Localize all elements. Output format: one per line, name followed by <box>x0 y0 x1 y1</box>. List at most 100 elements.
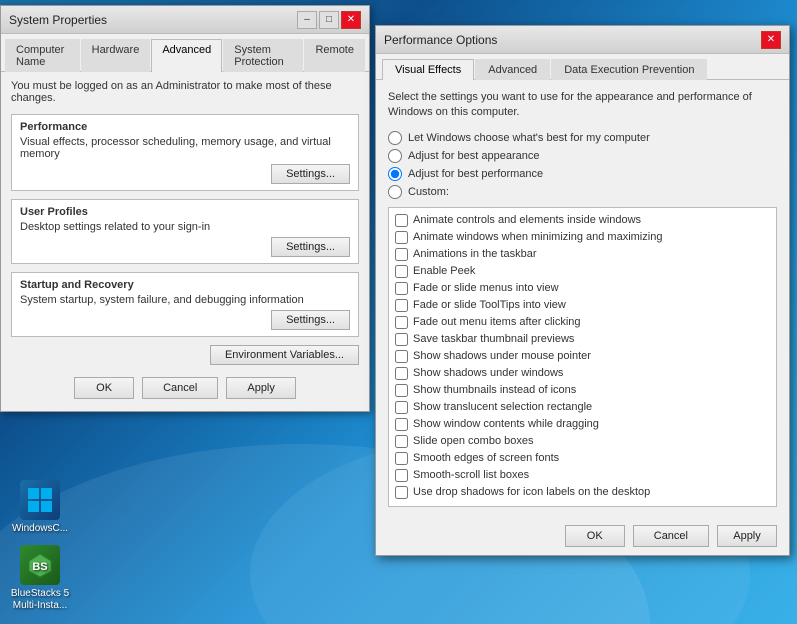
checkbox-thumbnails-instead-icons-input[interactable] <box>395 384 408 397</box>
radio-best-performance-input[interactable] <box>388 167 402 181</box>
checkbox-fade-slide-tooltips[interactable]: Fade or slide ToolTips into view <box>393 297 772 314</box>
checkbox-enable-peek[interactable]: Enable Peek <box>393 263 772 280</box>
checkbox-animate-windows-label: Animate windows when minimizing and maxi… <box>413 231 662 243</box>
performance-options-dialog: Performance Options ✕ Visual Effects Adv… <box>375 25 790 556</box>
window-controls: – □ ✕ <box>297 11 361 29</box>
system-props-tabs: Computer Name Hardware Advanced System P… <box>1 34 369 72</box>
checkbox-shadows-mouse[interactable]: Show shadows under mouse pointer <box>393 348 772 365</box>
checkbox-drop-shadows-icon-labels-input[interactable] <box>395 486 408 499</box>
checkbox-slide-combo-boxes-label: Slide open combo boxes <box>413 435 533 447</box>
perf-cancel-button[interactable]: Cancel <box>633 525 709 547</box>
checkbox-smooth-scroll-listboxes[interactable]: Smooth-scroll list boxes <box>393 467 772 484</box>
checkbox-window-contents-dragging-label: Show window contents while dragging <box>413 418 599 430</box>
system-props-window: System Properties – □ ✕ Computer Name Ha… <box>0 5 370 412</box>
perf-tab-visual-effects[interactable]: Visual Effects <box>382 59 474 80</box>
radio-custom-input[interactable] <box>388 185 402 199</box>
checkbox-smooth-edges-fonts-input[interactable] <box>395 452 408 465</box>
desktop-icon-windowsc[interactable]: WindowsC... <box>5 480 75 535</box>
system-props-cancel-button[interactable]: Cancel <box>142 377 218 399</box>
checkbox-animations-taskbar[interactable]: Animations in the taskbar <box>393 246 772 263</box>
checkbox-smooth-scroll-listboxes-label: Smooth-scroll list boxes <box>413 469 529 481</box>
startup-recovery-settings-button[interactable]: Settings... <box>271 310 350 330</box>
checkbox-fade-menu-items-label: Fade out menu items after clicking <box>413 316 581 328</box>
close-button[interactable]: ✕ <box>341 11 361 29</box>
maximize-button[interactable]: □ <box>319 11 339 29</box>
checkbox-fade-menu-items[interactable]: Fade out menu items after clicking <box>393 314 772 331</box>
checkbox-drop-shadows-icon-labels-label: Use drop shadows for icon labels on the … <box>413 486 650 498</box>
checkbox-translucent-selection-label: Show translucent selection rectangle <box>413 401 592 413</box>
system-props-apply-button[interactable]: Apply <box>226 377 296 399</box>
checkbox-fade-slide-tooltips-input[interactable] <box>395 299 408 312</box>
perf-dialog-content: Select the settings you want to use for … <box>376 80 789 517</box>
perf-apply-button[interactable]: Apply <box>717 525 777 547</box>
perf-radio-group: Let Windows choose what's best for my co… <box>388 131 777 199</box>
admin-notice: You must be logged on as an Administrato… <box>11 80 359 104</box>
checkbox-save-taskbar-previews[interactable]: Save taskbar thumbnail previews <box>393 331 772 348</box>
desktop-icon-windowsc-label: WindowsC... <box>12 523 68 535</box>
minimize-button[interactable]: – <box>297 11 317 29</box>
desktop-icon-bluestacks-label: BlueStacks 5 Multi-Insta... <box>5 588 75 612</box>
checkbox-animate-controls-input[interactable] <box>395 214 408 227</box>
visual-effects-checkbox-list[interactable]: Animate controls and elements inside win… <box>388 207 777 507</box>
checkbox-shadows-mouse-label: Show shadows under mouse pointer <box>413 350 591 362</box>
checkbox-save-taskbar-previews-input[interactable] <box>395 333 408 346</box>
checkbox-enable-peek-input[interactable] <box>395 265 408 278</box>
system-props-ok-button[interactable]: OK <box>74 377 134 399</box>
checkbox-slide-combo-boxes-input[interactable] <box>395 435 408 448</box>
checkbox-shadows-windows-label: Show shadows under windows <box>413 367 563 379</box>
perf-dialog-close-button[interactable]: ✕ <box>761 31 781 49</box>
tab-computer-name[interactable]: Computer Name <box>5 39 80 72</box>
perf-tab-advanced[interactable]: Advanced <box>475 59 550 80</box>
system-props-title: System Properties <box>9 13 107 27</box>
perf-ok-button[interactable]: OK <box>565 525 625 547</box>
checkbox-fade-slide-tooltips-label: Fade or slide ToolTips into view <box>413 299 566 311</box>
checkbox-slide-combo-boxes[interactable]: Slide open combo boxes <box>393 433 772 450</box>
perf-tab-dep[interactable]: Data Execution Prevention <box>551 59 707 80</box>
radio-custom-label: Custom: <box>408 186 449 198</box>
checkbox-smooth-edges-fonts-label: Smooth edges of screen fonts <box>413 452 559 464</box>
radio-best-appearance[interactable]: Adjust for best appearance <box>388 149 777 163</box>
checkbox-enable-peek-label: Enable Peek <box>413 265 475 277</box>
checkbox-fade-slide-menus-input[interactable] <box>395 282 408 295</box>
checkbox-fade-menu-items-input[interactable] <box>395 316 408 329</box>
checkbox-animate-windows[interactable]: Animate windows when minimizing and maxi… <box>393 229 772 246</box>
checkbox-shadows-mouse-input[interactable] <box>395 350 408 363</box>
startup-recovery-section: Startup and Recovery System startup, sys… <box>11 272 359 337</box>
checkbox-animations-taskbar-input[interactable] <box>395 248 408 261</box>
checkbox-smooth-edges-fonts[interactable]: Smooth edges of screen fonts <box>393 450 772 467</box>
tab-system-protection[interactable]: System Protection <box>223 39 303 72</box>
checkbox-smooth-scroll-listboxes-input[interactable] <box>395 469 408 482</box>
radio-let-windows-choose-input[interactable] <box>388 131 402 145</box>
radio-custom[interactable]: Custom: <box>388 185 777 199</box>
checkbox-animate-controls[interactable]: Animate controls and elements inside win… <box>393 212 772 229</box>
checkbox-fade-slide-menus[interactable]: Fade or slide menus into view <box>393 280 772 297</box>
checkbox-shadows-windows[interactable]: Show shadows under windows <box>393 365 772 382</box>
checkbox-translucent-selection[interactable]: Show translucent selection rectangle <box>393 399 772 416</box>
radio-best-performance-label: Adjust for best performance <box>408 168 543 180</box>
checkbox-thumbnails-instead-icons-label: Show thumbnails instead of icons <box>413 384 576 396</box>
checkbox-shadows-windows-input[interactable] <box>395 367 408 380</box>
radio-let-windows-choose-label: Let Windows choose what's best for my co… <box>408 132 650 144</box>
radio-best-appearance-label: Adjust for best appearance <box>408 150 539 162</box>
checkbox-drop-shadows-icon-labels[interactable]: Use drop shadows for icon labels on the … <box>393 484 772 501</box>
performance-section: Performance Visual effects, processor sc… <box>11 114 359 191</box>
performance-title: Performance <box>20 121 350 133</box>
user-profiles-settings-button[interactable]: Settings... <box>271 237 350 257</box>
tab-remote[interactable]: Remote <box>304 39 365 72</box>
checkbox-animations-taskbar-label: Animations in the taskbar <box>413 248 537 260</box>
radio-let-windows-choose[interactable]: Let Windows choose what's best for my co… <box>388 131 777 145</box>
tab-advanced[interactable]: Advanced <box>151 39 222 72</box>
radio-best-performance[interactable]: Adjust for best performance <box>388 167 777 181</box>
env-variables-button[interactable]: Environment Variables... <box>210 345 359 365</box>
tab-hardware[interactable]: Hardware <box>81 39 151 72</box>
checkbox-thumbnails-instead-icons[interactable]: Show thumbnails instead of icons <box>393 382 772 399</box>
checkbox-window-contents-dragging-input[interactable] <box>395 418 408 431</box>
desktop-icon-bluestacks[interactable]: BS BlueStacks 5 Multi-Insta... <box>5 545 75 612</box>
radio-best-appearance-input[interactable] <box>388 149 402 163</box>
checkbox-window-contents-dragging[interactable]: Show window contents while dragging <box>393 416 772 433</box>
checkbox-animate-windows-input[interactable] <box>395 231 408 244</box>
svg-text:BS: BS <box>32 561 47 573</box>
user-profiles-section: User Profiles Desktop settings related t… <box>11 199 359 264</box>
performance-settings-button[interactable]: Settings... <box>271 164 350 184</box>
checkbox-translucent-selection-input[interactable] <box>395 401 408 414</box>
